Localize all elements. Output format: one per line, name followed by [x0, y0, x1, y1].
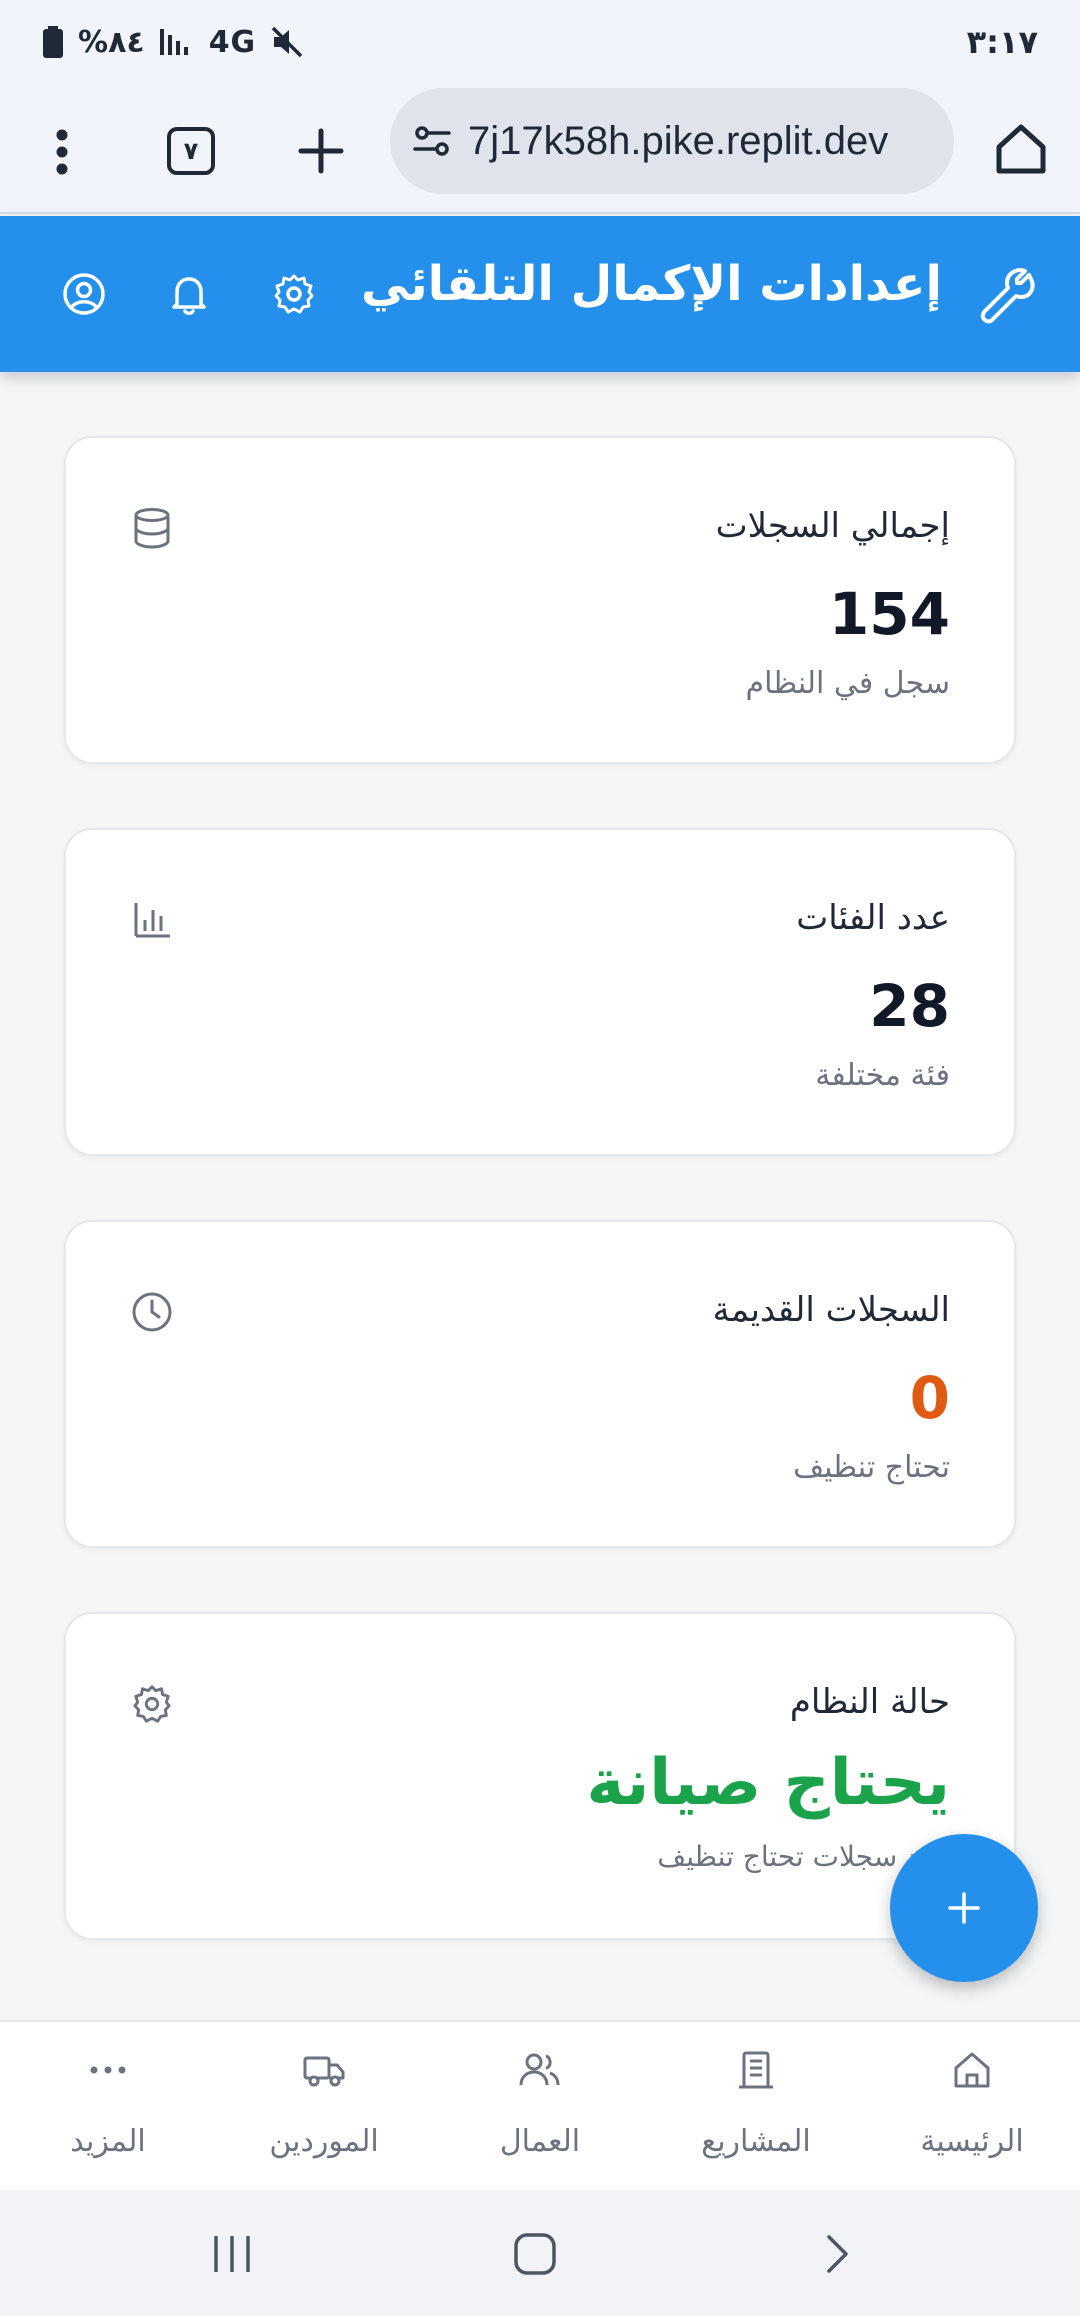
recent-apps-icon: [214, 2236, 250, 2272]
site-settings-icon: [413, 126, 451, 156]
tab-count: ٧: [167, 127, 215, 175]
browser-toolbar: ٧ 7j17k58h.pike.replit.dev: [0, 84, 1080, 214]
wrench-icon: [972, 260, 1042, 330]
address-bar[interactable]: 7j17k58h.pike.replit.dev: [390, 88, 954, 194]
mute-icon: [271, 26, 303, 58]
system-nav-bar: [0, 2190, 1080, 2316]
card-system-status: حالة النظام يحتاج صيانة عدد سجلات تحتاج …: [64, 1612, 1016, 1940]
bottom-nav: الرئيسية المشاريع العمال الموردين المزيد: [0, 2020, 1080, 2190]
plus-icon: [298, 128, 344, 174]
nav-item-home[interactable]: الرئيسية: [872, 2022, 1072, 2190]
card-title: السجلات القديمة: [712, 1290, 950, 1330]
nav-item-workers[interactable]: العمال: [440, 2022, 640, 2190]
more-icon: [84, 2046, 132, 2094]
nav-item-suppliers[interactable]: الموردين: [224, 2022, 424, 2190]
app-header: إعدادات الإكمال التلقائي: [0, 216, 1080, 372]
status-icons: %٨٤ 4G: [42, 25, 304, 60]
database-icon: [128, 504, 176, 552]
battery-percent: %٨٤: [78, 24, 145, 60]
page-title: إعدادات الإكمال التلقائي: [361, 256, 942, 312]
add-fab-button[interactable]: [890, 1834, 1038, 1982]
more-vertical-icon: [56, 129, 68, 175]
bell-icon: [172, 277, 206, 315]
building-icon: [732, 2046, 780, 2094]
home-icon: [996, 124, 1046, 174]
user-circle-icon: [63, 273, 105, 315]
status-time: ٣:١٧: [966, 23, 1038, 61]
card-subtitle: تحتاج تنظيف: [793, 1450, 950, 1485]
profile-button[interactable]: [56, 266, 112, 322]
card-subtitle: سجل في النظام: [745, 666, 951, 701]
nav-label: الرئيسية: [920, 2124, 1024, 2159]
home-square-icon: [514, 2233, 556, 2275]
card-value: 154: [828, 580, 950, 648]
gear-icon: [274, 274, 314, 314]
nav-label: الموردين: [269, 2124, 379, 2159]
card-categories: عدد الفئات 28 فئة مختلفة: [64, 828, 1016, 1156]
settings-button[interactable]: [266, 266, 322, 322]
signal-icon: [159, 29, 188, 55]
card-value: 0: [909, 1364, 950, 1432]
nav-label: العمال: [499, 2124, 581, 2159]
card-total-records: إجمالي السجلات 154 سجل في النظام: [64, 436, 1016, 764]
truck-icon: [300, 2046, 348, 2094]
browser-tabs-button[interactable]: ٧: [160, 120, 222, 182]
card-title: عدد الفئات: [796, 898, 950, 938]
browser-menu-button[interactable]: [30, 120, 94, 184]
new-tab-button[interactable]: [290, 120, 352, 182]
nav-item-projects[interactable]: المشاريع: [656, 2022, 856, 2190]
card-value: 28: [869, 972, 950, 1040]
bar-chart-icon: [128, 896, 176, 944]
back-nav-button[interactable]: [806, 2224, 866, 2284]
nav-label: المشاريع: [701, 2124, 811, 2159]
card-title: حالة النظام: [789, 1682, 950, 1722]
chevron-right-icon: [827, 2235, 848, 2273]
card-value: يحتاج صيانة: [586, 1746, 950, 1820]
network-type: 4G: [208, 24, 257, 60]
clock-icon: [128, 1288, 176, 1336]
battery-icon: [43, 26, 63, 58]
status-bar: %٨٤ 4G ٣:١٧: [0, 0, 1080, 84]
card-subtitle: فئة مختلفة: [815, 1058, 950, 1093]
notifications-button[interactable]: [161, 266, 217, 322]
card-old-records: السجلات القديمة 0 تحتاج تنظيف: [64, 1220, 1016, 1548]
home-nav-button[interactable]: [505, 2224, 565, 2284]
home-button[interactable]: [986, 114, 1056, 184]
recent-apps-button[interactable]: [202, 2224, 262, 2284]
nav-label: المزيد: [70, 2124, 146, 2159]
url-text: 7j17k58h.pike.replit.dev: [468, 118, 889, 163]
gear-icon: [128, 1680, 176, 1728]
home-icon: [948, 2046, 996, 2094]
plus-icon: [948, 1892, 980, 1924]
users-icon: [516, 2046, 564, 2094]
nav-item-more[interactable]: المزيد: [8, 2022, 208, 2190]
card-title: إجمالي السجلات: [715, 506, 950, 546]
